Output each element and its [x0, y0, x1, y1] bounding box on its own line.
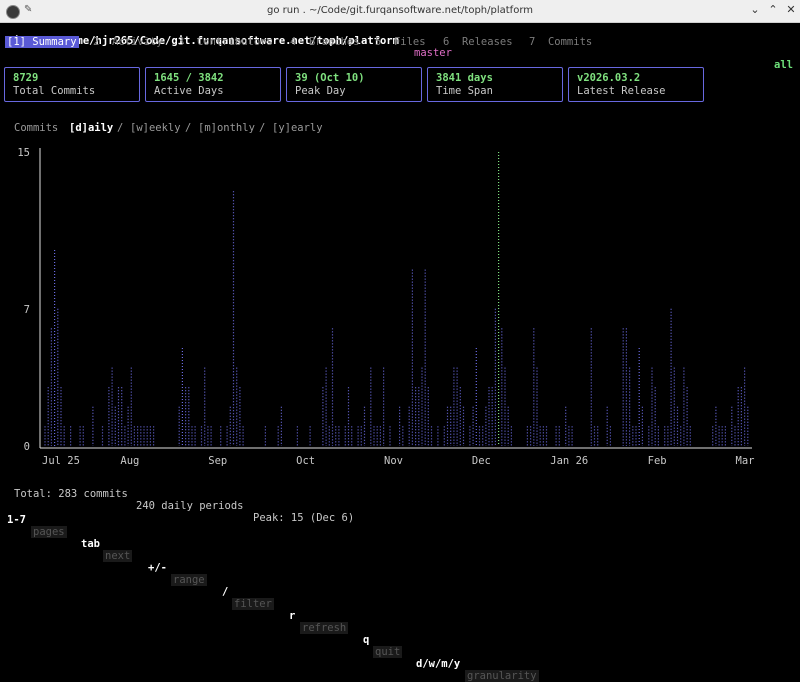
- x-tick-label: Jan 26: [550, 455, 588, 467]
- chart-summary: Total: 283 commits 240 daily periods Pea…: [0, 476, 800, 524]
- key-filter-desc: filter: [232, 598, 274, 610]
- stat-label: Active Days: [154, 85, 224, 97]
- stat-label: Latest Release: [577, 85, 666, 97]
- x-tick-label: Aug: [120, 455, 139, 467]
- key-next-desc: next: [103, 550, 133, 562]
- summary-total: Total: 283 commits: [14, 488, 128, 500]
- x-tick-label: Jul 25: [42, 455, 80, 467]
- stat-value: v2026.03.2: [577, 72, 641, 84]
- x-tick-label: Mar: [736, 455, 755, 467]
- tab-activity[interactable]: 2 Activity: [93, 36, 163, 48]
- granularity-separator: /: [185, 122, 192, 134]
- granularity-weekly[interactable]: [w]eekly: [130, 122, 181, 134]
- x-tick-label: Feb: [648, 455, 667, 467]
- stat-card-active-days: 1645 / 3842 Active Days: [145, 67, 281, 102]
- key-quit-desc: quit: [373, 646, 403, 658]
- stat-label: Total Commits: [13, 85, 96, 97]
- granularity-monthly[interactable]: [m]onthly: [198, 122, 255, 134]
- stat-value: 3841 days: [436, 72, 493, 84]
- window-titlebar: ✎ go run . ~/Code/git.furqansoftware.net…: [0, 0, 800, 23]
- stat-value: 8729: [13, 72, 39, 84]
- stat-value: 1645 / 3842: [154, 72, 224, 84]
- commits-chart: 15 7 0 Jul 25 Aug Sep Oct Nov Dec Jan 26 Feb Mar: [17, 147, 755, 467]
- tab-branches[interactable]: 4 Branches: [290, 36, 360, 48]
- x-tick-label: Dec: [472, 455, 491, 467]
- key-filter: /: [222, 586, 229, 598]
- stat-card-peak-day: 39 (Oct 10) Peak Day: [286, 67, 422, 102]
- y-tick-label: 0: [24, 441, 30, 453]
- stat-card-time-span: 3841 days Time Span: [427, 67, 563, 102]
- stat-value: 39 (Oct 10): [295, 72, 365, 84]
- granularity-daily[interactable]: [d]aily: [69, 122, 113, 134]
- granularity-yearly[interactable]: [y]early: [272, 122, 323, 134]
- y-tick-label: 15: [17, 147, 30, 159]
- repo-header: gittop: /home/hjr265/Code/git.furqansoft…: [0, 23, 800, 71]
- tab-summary[interactable]: [1] Summary: [5, 36, 79, 48]
- key-refresh: r: [289, 610, 296, 622]
- stat-card-total-commits: 8729 Total Commits: [4, 67, 140, 102]
- maximize-icon[interactable]: ⌃: [766, 3, 780, 17]
- minimize-icon[interactable]: ⌄: [748, 3, 762, 17]
- key-range-desc: range: [171, 574, 207, 586]
- key-refresh-desc: refresh: [300, 622, 349, 634]
- close-icon[interactable]: ✕: [784, 3, 798, 17]
- tab-commits[interactable]: 7 Commits: [529, 36, 592, 48]
- window-title: go run . ~/Code/git.furqansoftware.net/t…: [266, 5, 533, 16]
- key-range: +/-: [148, 562, 167, 574]
- key-pages: 1-7: [7, 514, 26, 526]
- scope-indicator: all: [774, 59, 793, 71]
- key-granularity: d/w/m/y: [416, 658, 461, 670]
- granularity-separator: /: [259, 122, 266, 134]
- granularity-separator: /: [117, 122, 124, 134]
- tab-contributors[interactable]: 3 Contributors: [178, 36, 273, 48]
- tab-files[interactable]: 5 Files: [375, 36, 426, 48]
- x-tick-label: Nov: [384, 455, 403, 467]
- key-granularity-desc: granularity: [465, 670, 539, 682]
- stat-label: Peak Day: [295, 85, 346, 97]
- x-tick-label: Oct: [296, 455, 315, 467]
- key-next: tab: [81, 538, 100, 550]
- x-tick-label: Sep: [208, 455, 227, 467]
- key-quit: q: [363, 634, 370, 646]
- chart-title: Commits: [14, 122, 59, 134]
- tab-bar: [1] Summary 2 Activity 3 Contributors 4 …: [0, 36, 800, 48]
- branch-name: master: [414, 47, 452, 59]
- keybinding-footer: 1-7 pages tab next +/- range / filter r …: [0, 502, 800, 682]
- key-pages-desc: pages: [31, 526, 67, 538]
- y-tick-label: 7: [24, 304, 30, 316]
- stat-card-latest-release: v2026.03.2 Latest Release: [568, 67, 704, 102]
- tab-releases[interactable]: 6 Releases: [443, 36, 513, 48]
- stat-label: Time Span: [436, 85, 493, 97]
